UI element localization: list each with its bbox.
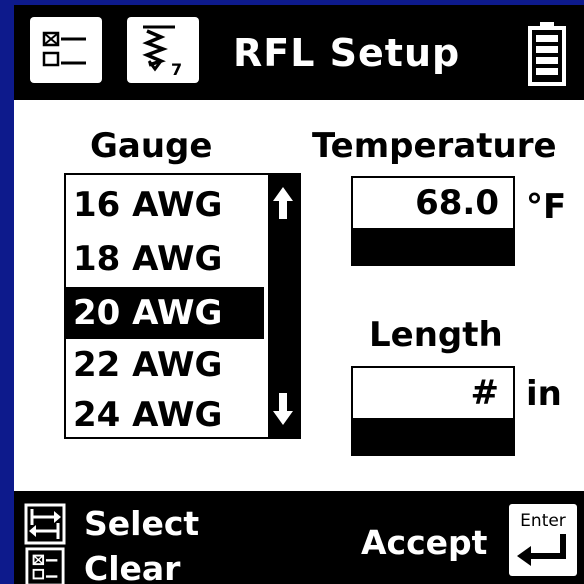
header-bar: 7 RFL Setup bbox=[14, 5, 584, 100]
trace-button[interactable]: 7 bbox=[127, 17, 199, 83]
arrow-up-icon[interactable] bbox=[268, 183, 299, 223]
enter-key-icon: Enter bbox=[517, 511, 566, 566]
length-field-bar bbox=[353, 418, 513, 454]
gauge-items: 16 AWG 18 AWG 20 AWG 22 AWG 24 AWG bbox=[66, 175, 264, 437]
device-frame: 7 RFL Setup Gauge Temperature Length 16 … bbox=[0, 0, 584, 584]
select-label[interactable]: Select bbox=[84, 504, 199, 544]
clear-label[interactable]: Clear bbox=[84, 549, 180, 584]
gauge-list[interactable]: 16 AWG 18 AWG 20 AWG 22 AWG 24 AWG bbox=[64, 173, 301, 439]
menu-button[interactable] bbox=[30, 17, 102, 83]
list-item[interactable]: 18 AWG bbox=[66, 233, 264, 285]
temperature-label: Temperature bbox=[312, 126, 557, 166]
checkbox-list-icon[interactable] bbox=[24, 547, 66, 584]
swap-arrows-icon[interactable] bbox=[24, 503, 66, 545]
list-item[interactable]: 22 AWG bbox=[66, 339, 264, 391]
list-item[interactable]: 24 AWG bbox=[66, 389, 264, 441]
device-screen: 7 RFL Setup Gauge Temperature Length 16 … bbox=[14, 5, 584, 584]
gauge-label: Gauge bbox=[90, 126, 213, 166]
waveform-trace-icon: 7 bbox=[142, 25, 182, 79]
accept-label[interactable]: Accept bbox=[361, 523, 487, 563]
length-field[interactable]: # bbox=[351, 366, 515, 456]
list-item[interactable]: 16 AWG bbox=[66, 179, 264, 231]
length-unit: in bbox=[526, 374, 562, 414]
gauge-scrollbar[interactable] bbox=[268, 175, 299, 437]
battery-full-icon bbox=[528, 22, 566, 86]
bezel-left bbox=[0, 0, 14, 584]
enter-button[interactable]: Enter bbox=[509, 504, 577, 576]
length-value: # bbox=[353, 368, 513, 418]
temperature-value: 68.0 bbox=[353, 178, 513, 228]
length-label: Length bbox=[369, 315, 503, 355]
enter-key-label: Enter bbox=[520, 511, 566, 531]
checkbox-list-icon bbox=[42, 31, 86, 67]
svg-text:7: 7 bbox=[171, 60, 182, 79]
arrow-down-icon[interactable] bbox=[268, 389, 299, 429]
temperature-field-bar bbox=[353, 228, 513, 264]
footer-bar: Select Clear Accept Enter bbox=[14, 491, 584, 584]
page-title: RFL Setup bbox=[233, 31, 461, 75]
temperature-unit: °F bbox=[526, 187, 567, 227]
temperature-field[interactable]: 68.0 bbox=[351, 176, 515, 266]
list-item-selected[interactable]: 20 AWG bbox=[66, 287, 264, 339]
